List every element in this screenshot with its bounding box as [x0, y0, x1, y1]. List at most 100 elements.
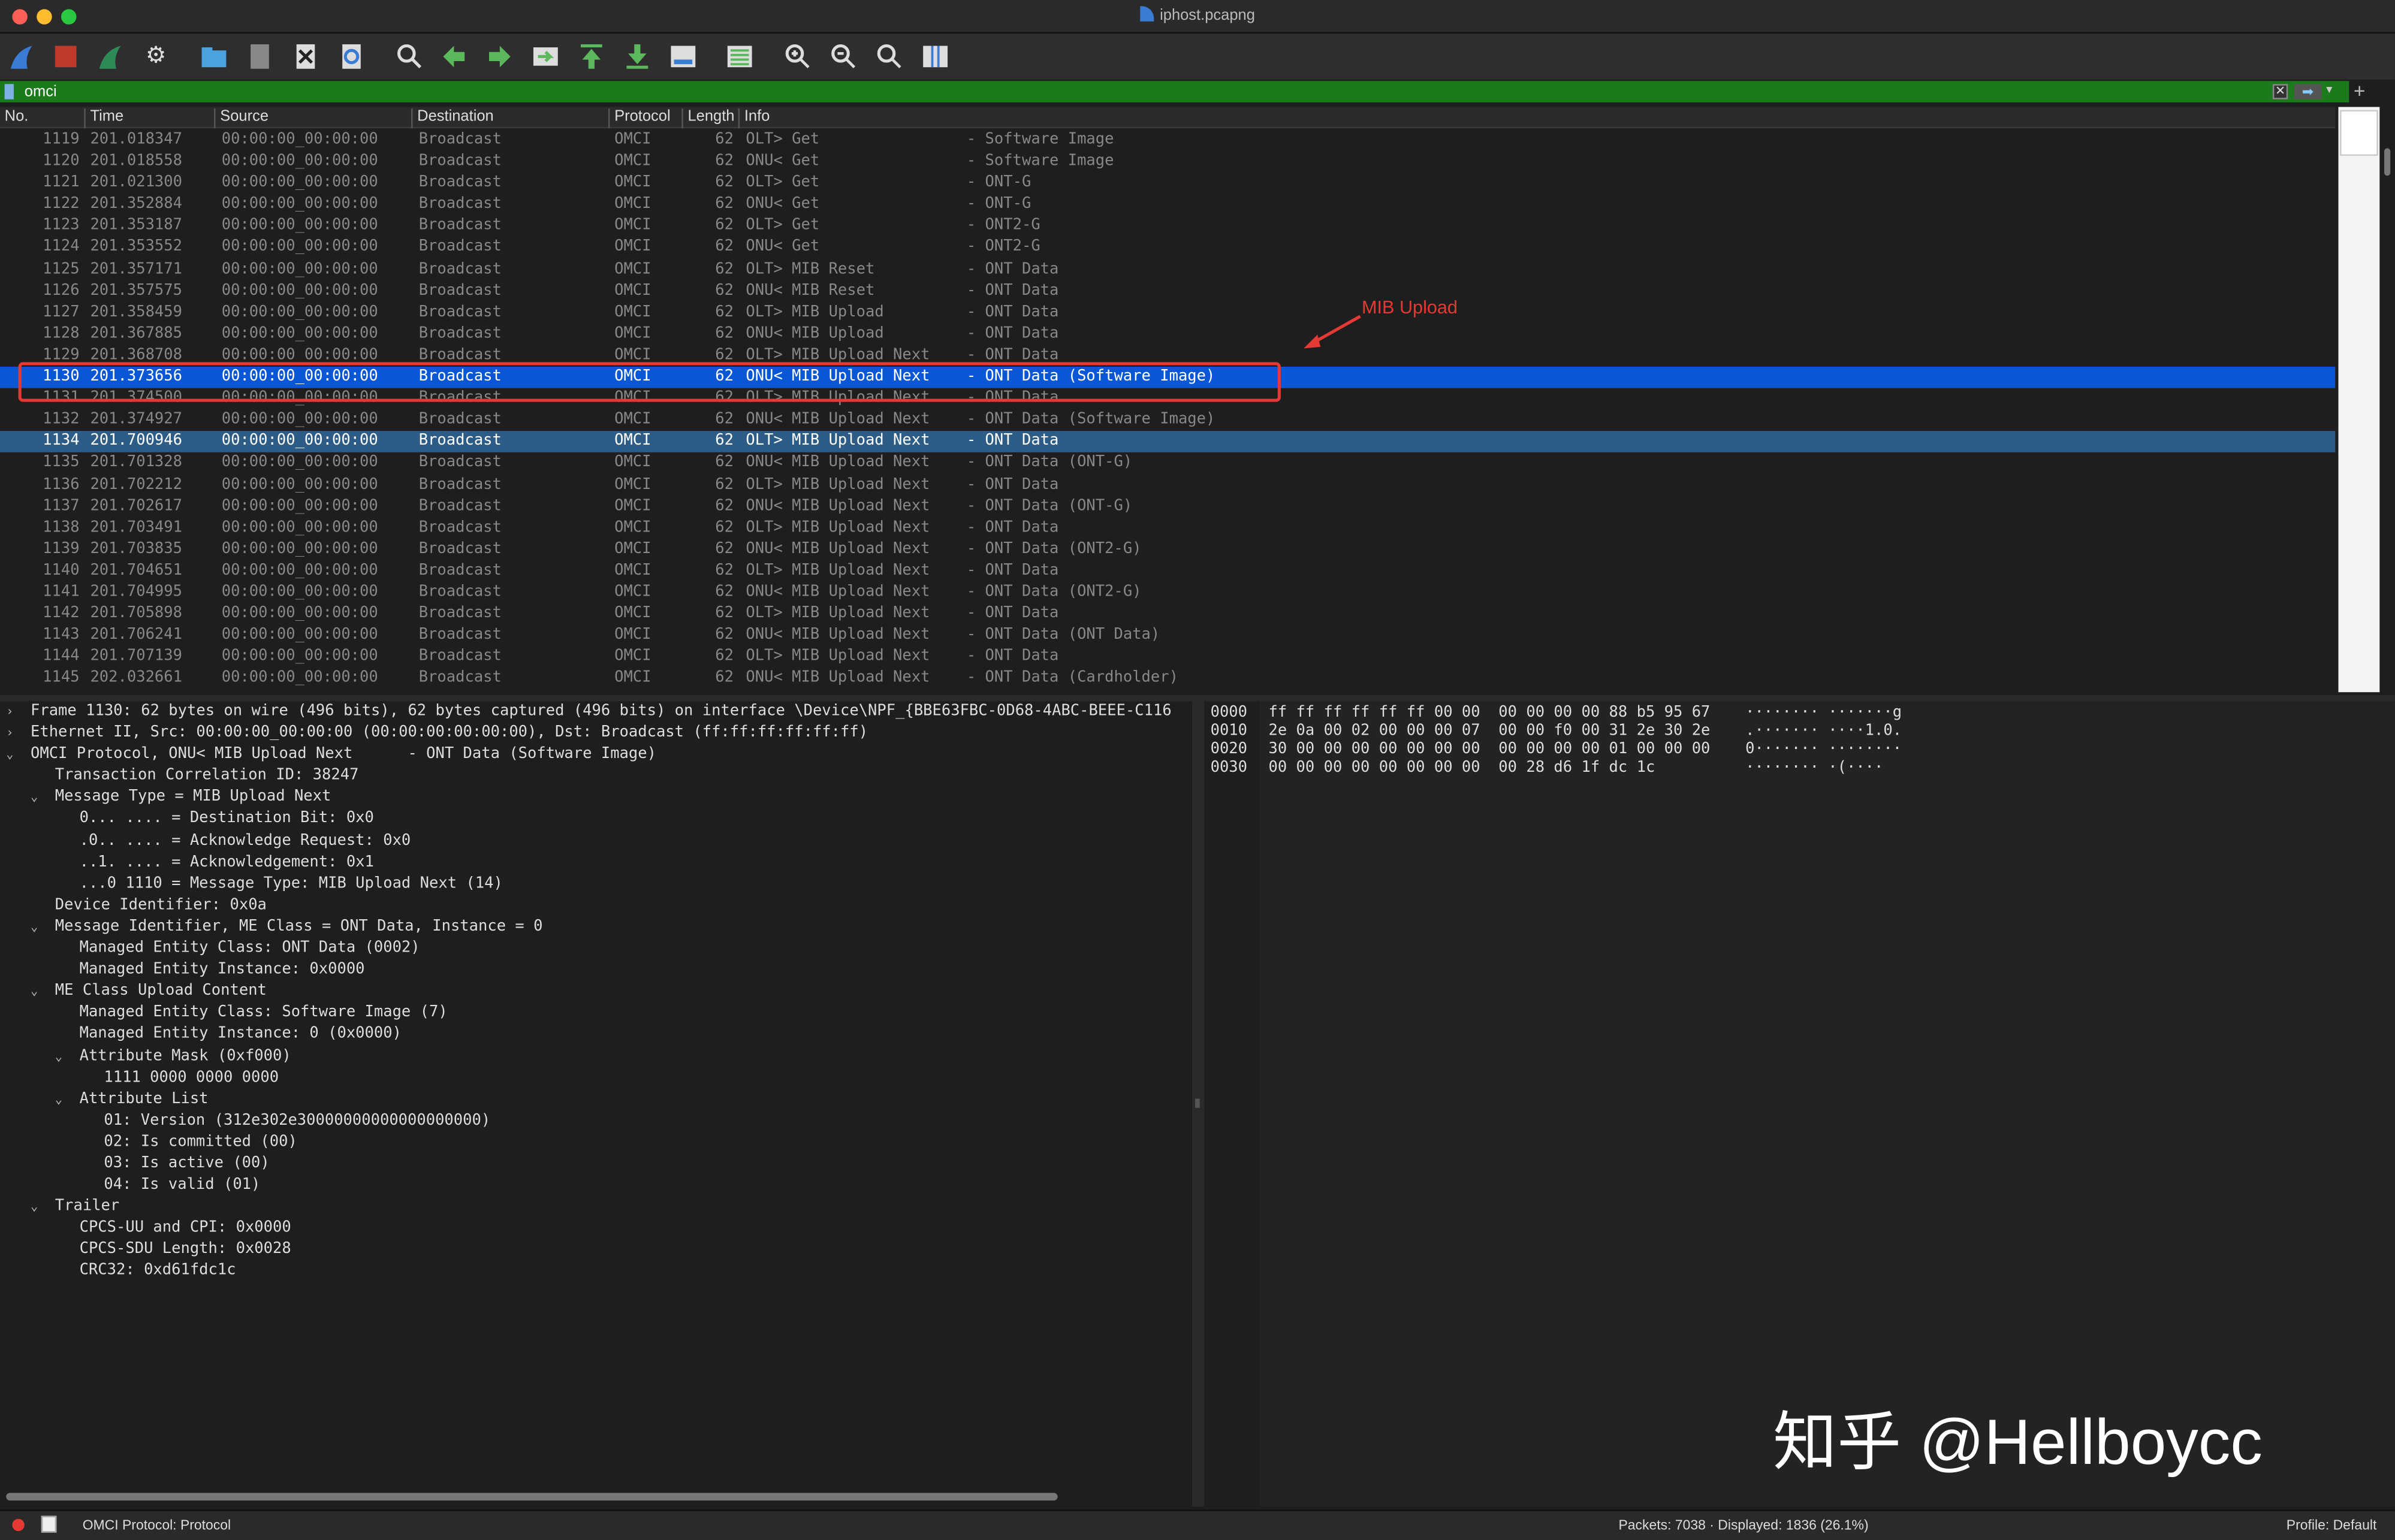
- packet-row[interactable]: 1141 201.704995 00:00:00_00:00:00 Broadcast…: [0, 582, 2335, 603]
- packet-row[interactable]: 1120 201.018558 00:00:00_00:00:00 Broadcast…: [0, 152, 2335, 173]
- packet-row[interactable]: 1142 201.705898 00:00:00_00:00:00 Broadcast…: [0, 603, 2335, 625]
- column-no[interactable]: No.: [0, 108, 86, 129]
- detail-tree-item[interactable]: Managed Entity Class: Software Image (7): [0, 1003, 1192, 1025]
- packet-row[interactable]: 1139 201.703835 00:00:00_00:00:00 Broadcast…: [0, 539, 2335, 561]
- splitter-grip[interactable]: [1195, 1098, 1200, 1108]
- packet-bytes-pane[interactable]: 0000 ff ff ff ff ff ff 00 00 00 00 00 00 …: [1204, 701, 2395, 1507]
- detail-tree-item[interactable]: CPCS-SDU Length: 0x0028: [0, 1240, 1192, 1261]
- detail-tree-item[interactable]: Transaction Correlation ID: 38247: [0, 766, 1192, 787]
- reload-icon[interactable]: [336, 41, 367, 72]
- column-protocol[interactable]: Protocol: [610, 108, 683, 129]
- packet-row[interactable]: 1125 201.357171 00:00:00_00:00:00 Broadcast…: [0, 259, 2335, 280]
- detail-tree-item[interactable]: ...0 1110 = Message Type: MIB Upload Nex…: [0, 874, 1192, 895]
- colorize-icon[interactable]: [725, 41, 755, 72]
- packet-row[interactable]: 1127 201.358459 00:00:00_00:00:00 Broadcast…: [0, 302, 2335, 324]
- packet-row[interactable]: 1144 201.707139 00:00:00_00:00:00 Broadcast…: [0, 647, 2335, 668]
- detail-tree-item[interactable]: 03: Is active (00): [0, 1154, 1192, 1175]
- resize-columns-icon[interactable]: [920, 41, 951, 72]
- packet-list-scrollbar[interactable]: [2381, 107, 2395, 693]
- file-icon[interactable]: [245, 41, 275, 72]
- detail-tree-item[interactable]: ⌄ OMCI Protocol, ONU< MIB Upload Next - O…: [0, 744, 1192, 766]
- details-scroll-thumb[interactable]: [6, 1493, 1058, 1501]
- chevron-right-icon[interactable]: ›: [6, 701, 13, 723]
- packet-list-scroll-thumb[interactable]: [2384, 148, 2391, 176]
- bookmark-icon[interactable]: [4, 84, 14, 99]
- autoscroll-icon[interactable]: [668, 41, 698, 72]
- packet-list[interactable]: 1119 201.018347 00:00:00_00:00:00 Broadcast…: [0, 129, 2336, 693]
- detail-tree-item[interactable]: 02: Is committed (00): [0, 1132, 1192, 1154]
- chevron-down-icon[interactable]: ⌄: [55, 1089, 62, 1110]
- close-file-icon[interactable]: [291, 41, 321, 72]
- column-length[interactable]: Length: [683, 108, 740, 129]
- chevron-down-icon[interactable]: ⌄: [31, 787, 38, 809]
- packet-row[interactable]: 1137 201.702617 00:00:00_00:00:00 Broadcast…: [0, 496, 2335, 518]
- column-source[interactable]: Source: [216, 108, 413, 129]
- detail-tree-item[interactable]: Managed Entity Class: ONT Data (0002): [0, 938, 1192, 960]
- detail-tree-item[interactable]: ..1. .... = Acknowledgement: 0x1: [0, 852, 1192, 874]
- open-folder-icon[interactable]: [199, 41, 230, 72]
- detail-tree-item[interactable]: ⌄ Attribute List: [0, 1089, 1192, 1110]
- shark-fin-icon[interactable]: [6, 41, 37, 72]
- packet-row[interactable]: 1143 201.706241 00:00:00_00:00:00 Broadcast…: [0, 625, 2335, 647]
- last-packet-icon[interactable]: [622, 41, 653, 72]
- packet-row[interactable]: 1134 201.700946 00:00:00_00:00:00 Broadcast…: [0, 431, 2336, 453]
- filter-dropdown-icon[interactable]: ▾: [2326, 83, 2342, 96]
- packet-row[interactable]: 1123 201.353187 00:00:00_00:00:00 Broadcast…: [0, 216, 2335, 238]
- detail-tree-item[interactable]: ⌄ ME Class Upload Content: [0, 982, 1192, 1003]
- chevron-right-icon[interactable]: ›: [6, 723, 13, 744]
- find-icon[interactable]: [394, 41, 425, 72]
- stop-icon[interactable]: [50, 41, 81, 72]
- packet-row[interactable]: 1136 201.702212 00:00:00_00:00:00 Broadcast…: [0, 475, 2335, 496]
- detail-tree-item[interactable]: 04: Is valid (01): [0, 1175, 1192, 1197]
- detail-tree-item[interactable]: › Frame 1130: 62 bytes on wire (496 bits)…: [0, 701, 1192, 723]
- zoom-out-icon[interactable]: [828, 41, 859, 72]
- column-destination[interactable]: Destination: [413, 108, 610, 129]
- packet-row[interactable]: 1119 201.018347 00:00:00_00:00:00 Broadcast…: [0, 130, 2335, 152]
- detail-tree-item[interactable]: 01: Version (312e302e3000000000000000000…: [0, 1110, 1192, 1132]
- packet-row[interactable]: 1145 202.032661 00:00:00_00:00:00 Broadcast…: [0, 668, 2335, 690]
- detail-tree-item[interactable]: .0.. .... = Acknowledge Request: 0x0: [0, 831, 1192, 852]
- packet-row[interactable]: 1138 201.703491 00:00:00_00:00:00 Broadcast…: [0, 518, 2335, 539]
- detail-tree-item[interactable]: CPCS-UU and CPI: 0x0000: [0, 1218, 1192, 1240]
- status-profile[interactable]: Profile: Default: [2287, 1517, 2377, 1533]
- add-filter-button-icon[interactable]: +: [2354, 80, 2375, 102]
- chevron-down-icon[interactable]: ⌄: [31, 1197, 38, 1218]
- packet-row[interactable]: 1122 201.352884 00:00:00_00:00:00 Broadcast…: [0, 195, 2335, 216]
- capture-comment-icon[interactable]: [41, 1515, 57, 1533]
- chevron-down-icon[interactable]: ⌄: [31, 982, 38, 1003]
- detail-tree-item[interactable]: ⌄ Trailer: [0, 1197, 1192, 1218]
- packet-row[interactable]: 1135 201.701328 00:00:00_00:00:00 Broadcast…: [0, 453, 2335, 475]
- chevron-down-icon[interactable]: ⌄: [55, 1046, 62, 1067]
- clear-filter-icon[interactable]: ✕: [2272, 84, 2288, 99]
- packet-row[interactable]: 1121 201.021300 00:00:00_00:00:00 Broadcast…: [0, 173, 2335, 195]
- packet-row[interactable]: 1140 201.704651 00:00:00_00:00:00 Broadcast…: [0, 561, 2335, 582]
- chevron-down-icon[interactable]: ⌄: [6, 744, 13, 766]
- zoom-in-icon[interactable]: [783, 41, 813, 72]
- detail-tree-item[interactable]: 1111 0000 0000 0000: [0, 1067, 1192, 1089]
- packet-row[interactable]: 1126 201.357575 00:00:00_00:00:00 Broadcast…: [0, 280, 2335, 302]
- column-info[interactable]: Info: [740, 108, 2335, 128]
- packet-row[interactable]: 1128 201.367885 00:00:00_00:00:00 Broadcast…: [0, 324, 2335, 345]
- detail-tree-item[interactable]: Managed Entity Instance: 0 (0x0000): [0, 1025, 1192, 1046]
- first-packet-icon[interactable]: [576, 41, 607, 72]
- apply-filter-icon[interactable]: ➡: [2294, 84, 2322, 99]
- chevron-down-icon[interactable]: ⌄: [31, 917, 38, 938]
- detail-tree-item[interactable]: ⌄ Attribute Mask (0xf000): [0, 1046, 1192, 1067]
- go-to-packet-icon[interactable]: [530, 41, 561, 72]
- detail-tree-item[interactable]: ⌄ Message Type = MIB Upload Next: [0, 787, 1192, 809]
- go-forward-icon[interactable]: [484, 41, 515, 72]
- minimap-thumb[interactable]: [2340, 110, 2378, 156]
- detail-tree-item[interactable]: CRC32: 0xd61fdc1c: [0, 1261, 1192, 1283]
- expert-info-icon[interactable]: [12, 1518, 25, 1532]
- restart-icon[interactable]: [95, 41, 125, 72]
- packet-details-tree[interactable]: › Frame 1130: 62 bytes on wire (496 bits)…: [0, 701, 1192, 1488]
- packet-row[interactable]: 1132 201.374927 00:00:00_00:00:00 Broadcast…: [0, 410, 2335, 431]
- horizontal-splitter[interactable]: [0, 695, 2395, 702]
- detail-tree-item[interactable]: Device Identifier: 0x0a: [0, 895, 1192, 917]
- column-time[interactable]: Time: [86, 108, 216, 129]
- options-gear-icon[interactable]: ⚙: [141, 41, 171, 72]
- detail-tree-item[interactable]: Managed Entity Instance: 0x0000: [0, 960, 1192, 982]
- detail-tree-item[interactable]: ⌄ Message Identifier, ME Class = ONT Data…: [0, 917, 1192, 938]
- zoom-reset-icon[interactable]: [874, 41, 905, 72]
- display-filter-input[interactable]: [24, 81, 2256, 102]
